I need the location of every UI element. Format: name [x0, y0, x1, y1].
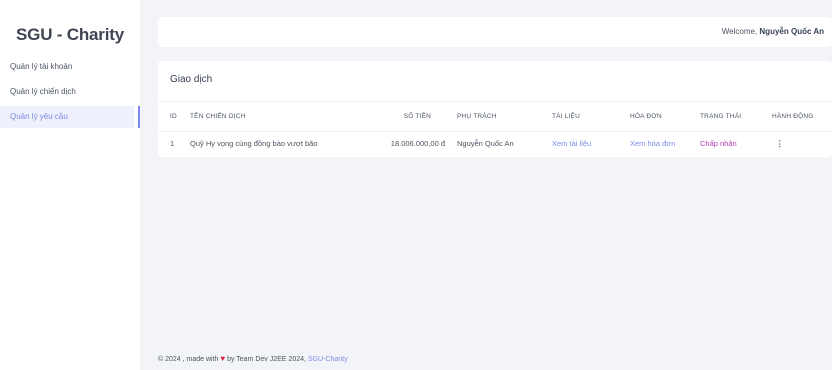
cell-owner: Nguyễn Quốc An [457, 139, 514, 149]
sidebar-item-requests[interactable]: Quản lý yêu cầu [0, 106, 140, 128]
footer-middle: by Team Dev J2EE 2024, [227, 356, 306, 363]
cell-amount: 18.006.000,00 đ [390, 139, 445, 149]
sidebar-nav: Quản lý tài khoản Quản lý chiến dịch Quả… [0, 56, 140, 128]
column-header-invoice: HÓA ĐƠN [630, 101, 700, 132]
status-badge: Chấp nhận [700, 139, 737, 149]
footer: © 2024 , made with ♥ by Team Dev J2EE 20… [158, 354, 348, 363]
table-header-row: ID TÊN CHIẾN DỊCH SỐ TIỀN PHỤ TRÁCH TÀI … [158, 101, 832, 132]
column-header-owner: PHỤ TRÁCH [457, 101, 552, 132]
column-header-amount: SỐ TIỀN [360, 101, 457, 132]
table-row: 1 Quỹ Hy vọng cùng đồng bào vượt bão 18.… [158, 132, 832, 156]
column-header-status: TRẠNG THÁI [700, 101, 772, 132]
column-header-id: ID [158, 101, 190, 132]
more-actions-icon[interactable]: ⋮ [772, 139, 784, 148]
heart-icon: ♥ [220, 354, 226, 363]
transactions-table: ID TÊN CHIẾN DỊCH SỐ TIỀN PHỤ TRÁCH TÀI … [158, 101, 832, 156]
column-header-campaign: TÊN CHIẾN DỊCH [190, 101, 360, 132]
footer-brand-link[interactable]: SGU-Charity [308, 356, 348, 363]
column-header-document: TÀI LIỆU [552, 101, 630, 132]
brand-logo[interactable]: SGU - Charity [0, 25, 140, 45]
card-title: Giao dịch [170, 74, 213, 85]
footer-prefix: © 2024 , made with [158, 356, 219, 363]
top-bar: Welcome, Nguyễn Quốc An [158, 17, 832, 47]
welcome-prefix: Welcome, [721, 27, 758, 36]
welcome-text: Welcome, Nguyễn Quốc An [722, 17, 824, 47]
sidebar-item-campaigns[interactable]: Quản lý chiến dịch [0, 81, 140, 103]
column-header-action: HÀNH ĐỘNG [772, 101, 832, 132]
view-invoice-link[interactable]: Xem hóa đơn [630, 139, 675, 148]
sidebar-item-accounts[interactable]: Quản lý tài khoản [0, 56, 140, 78]
user-name[interactable]: Nguyễn Quốc An [759, 27, 824, 36]
transactions-card: Giao dịch ID TÊN CHIẾN DỊCH SỐ TIỀN PHỤ … [158, 61, 832, 157]
sidebar: SGU - Charity Quản lý tài khoản Quản lý … [0, 0, 140, 370]
view-document-link[interactable]: Xem tài liệu [552, 139, 591, 148]
cell-id: 1 [170, 139, 175, 149]
cell-campaign: Quỹ Hy vọng cùng đồng bào vượt bão [190, 139, 318, 149]
